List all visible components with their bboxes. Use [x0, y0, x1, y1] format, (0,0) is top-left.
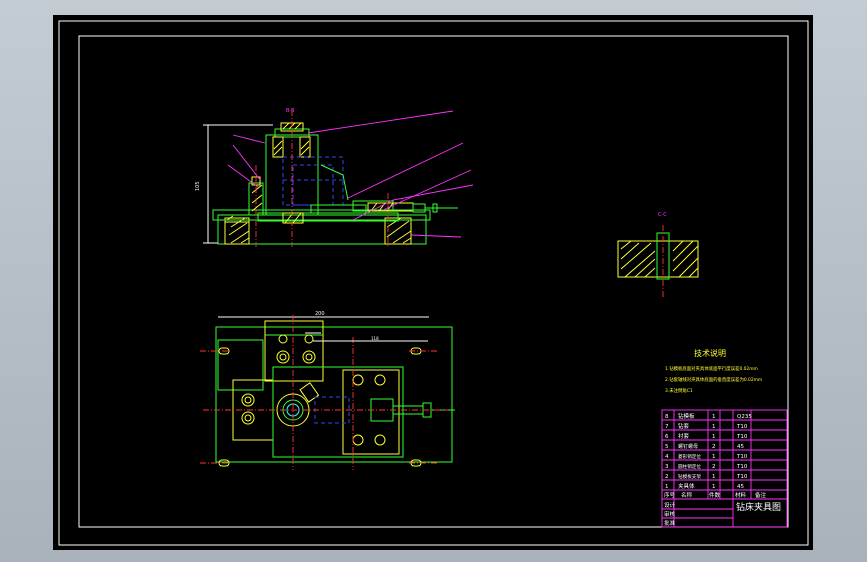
bom-no: 4: [665, 454, 669, 460]
bom-mat: T10: [736, 434, 748, 440]
section-label-main: B-B: [286, 108, 295, 114]
bom-mat: T10: [736, 464, 748, 470]
bom-qty: 1: [712, 484, 716, 490]
drawing-title: 钻床夹具图: [736, 501, 781, 513]
bom-no: 7: [665, 424, 669, 430]
bom-qty: 1: [712, 474, 716, 480]
tech-note-2: 2.钻套轴线对夹具体底面的垂直度误差为0.02mm: [665, 376, 762, 383]
bom-header-qty: 件数: [709, 491, 721, 499]
bom-mat: Q235: [737, 414, 752, 420]
signer-review: 审核: [664, 510, 676, 518]
bom-header-remark: 备注: [755, 491, 767, 499]
bom-no: 5: [665, 444, 669, 450]
front-section-view: B-B 105: [195, 108, 474, 247]
bom-name: 夹具体: [678, 482, 695, 490]
bom-qty: 2: [712, 464, 716, 470]
bom-mat: T10: [736, 474, 748, 480]
bom-qty: 1: [712, 454, 716, 460]
dim-height: 105: [195, 181, 201, 191]
tech-note-3: 3.未注倒角C1: [665, 387, 693, 394]
bom-no: 6: [665, 434, 669, 440]
bom-header-material: 材料: [735, 491, 747, 499]
bom-no: 1: [665, 484, 669, 490]
dim-width: 200: [315, 311, 325, 317]
bom-qty: 1: [712, 424, 716, 430]
bom-qty: 1: [712, 434, 716, 440]
cad-drawing: B-B 105 200 118 C-C 技术说明 1.钻模板底面对夹具体底面平行…: [58, 20, 809, 546]
detail-view-cc: C-C: [617, 212, 699, 297]
bom-name: 钻模板: [678, 412, 695, 420]
signer-design: 设计: [664, 501, 676, 509]
bom-name: 螺钉螺母: [678, 443, 698, 450]
bom-mat: 45: [737, 444, 744, 450]
inner-frame: [78, 35, 789, 528]
bom-name: 钻模板支架: [678, 473, 701, 480]
bom-qty: 2: [712, 444, 716, 450]
bom-name: 菱形销定位: [678, 453, 701, 460]
bill-of-materials: 8 钻模板 1 Q235 7 钻套 1 T10 6 衬套 1 T10 5 螺钉螺…: [661, 409, 788, 528]
bom-mat: T10: [736, 424, 748, 430]
bom-no: 8: [665, 414, 669, 420]
bom-header-name: 名称: [681, 491, 693, 499]
signer-approve: 批准: [664, 519, 676, 527]
bom-no: 3: [665, 464, 669, 470]
tech-notes-title: 技术说明: [694, 348, 726, 358]
technical-notes: 技术说明 1.钻模板底面对夹具体底面平行度误差0.02mm 2.钻套轴线对夹具体…: [665, 348, 762, 394]
bom-header-no: 序号: [664, 491, 676, 499]
bom-name: 钻套: [678, 422, 690, 430]
bom-qty: 1: [712, 414, 716, 420]
bom-name: 圆柱销定位: [678, 463, 701, 470]
plan-view: 200 118: [200, 311, 455, 470]
bom-mat: T10: [736, 454, 748, 460]
tech-note-1: 1.钻模板底面对夹具体底面平行度误差0.02mm: [665, 365, 758, 372]
cad-drawing-viewport[interactable]: B-B 105 200 118 C-C 技术说明 1.钻模板底面对夹具体底面平行…: [53, 15, 813, 550]
section-label-detail: C-C: [658, 212, 667, 218]
bom-name: 衬套: [678, 432, 690, 440]
bom-mat: 45: [737, 484, 744, 490]
dim-inner: 118: [371, 336, 379, 341]
bom-no: 2: [665, 474, 669, 480]
